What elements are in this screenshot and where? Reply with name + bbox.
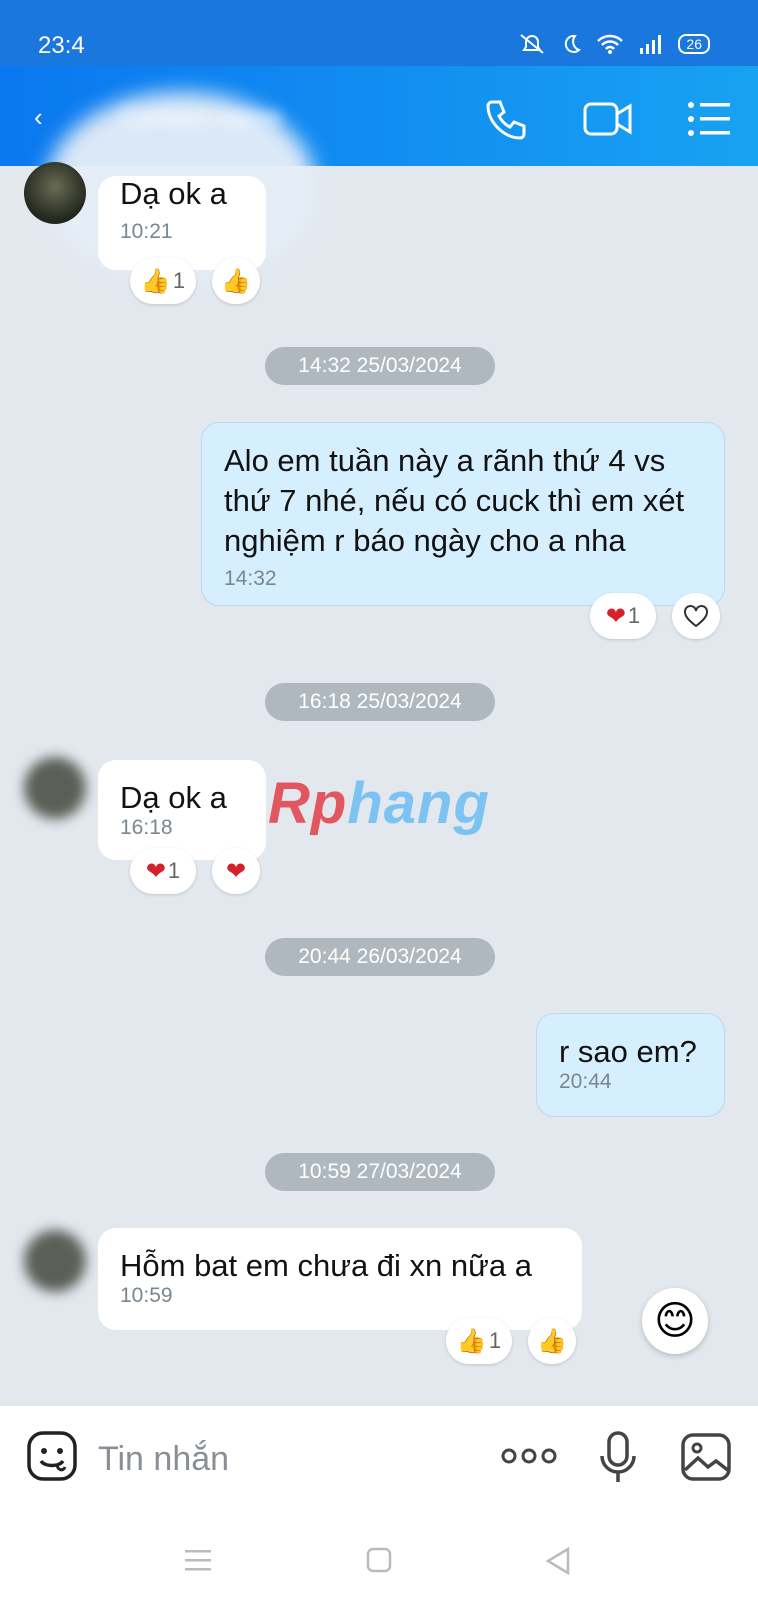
reaction-summary[interactable]: ❤ 1 <box>130 848 196 894</box>
message-text: Hỗm bat em chưa đi xn nữa a <box>120 1248 532 1283</box>
quick-sticker-button[interactable]: 😊 <box>642 1288 708 1354</box>
message-time: 16:18 <box>120 816 173 839</box>
message-time: 10:21 <box>120 220 173 243</box>
heart-icon: ❤ <box>605 602 626 630</box>
watermark-logo: Rphang <box>268 771 490 836</box>
message-bubble-sent[interactable]: r sao em? 20:44 <box>536 1013 725 1117</box>
thumbs-up-icon: 👍 <box>537 1327 567 1355</box>
video-call-icon[interactable] <box>582 96 634 142</box>
phone-call-icon[interactable] <box>484 96 530 142</box>
heart-icon: ❤ <box>225 857 247 885</box>
reaction-summary[interactable]: 👍 1 <box>130 258 196 304</box>
message-bubble-received[interactable]: Dạ ok a 10:21 <box>98 176 266 270</box>
react-button[interactable]: ❤ <box>212 848 260 894</box>
smiling-face-icon: 😊 <box>654 1299 696 1343</box>
reaction-count: 1 <box>167 858 181 883</box>
reaction-count: 1 <box>627 603 641 628</box>
heart-outline-icon <box>684 605 708 628</box>
heart-icon: ❤ <box>145 857 166 885</box>
message-time: 10:59 <box>120 1284 173 1307</box>
system-nav-bar <box>0 1510 758 1600</box>
chat-header: ‹ Contact name <box>0 66 758 282</box>
recent-apps-icon[interactable] <box>183 1547 213 1573</box>
status-bar: 23:4 26 <box>0 0 758 66</box>
date-separator: 16:18 25/03/2024 <box>265 683 495 721</box>
more-options-icon[interactable] <box>500 1446 558 1466</box>
react-button[interactable]: 👍 <box>528 1318 576 1364</box>
message-text: Dạ ok a <box>120 780 227 815</box>
status-icons: 26 <box>518 32 710 56</box>
message-input[interactable]: Tin nhắn <box>98 1440 229 1479</box>
date-separator: 10:59 27/03/2024 <box>265 1153 495 1191</box>
contact-avatar[interactable] <box>24 1230 86 1292</box>
message-text: Dạ ok a <box>120 176 227 211</box>
message-bubble-received[interactable]: Hỗm bat em chưa đi xn nữa a 10:59 <box>98 1228 582 1330</box>
signal-icon <box>640 35 662 54</box>
reaction-summary[interactable]: 👍 1 <box>446 1318 512 1364</box>
message-input-bar: Tin nhắn <box>0 1405 758 1510</box>
message-time: 14:32 <box>224 567 277 590</box>
contact-avatar[interactable] <box>24 162 86 224</box>
wifi-icon <box>597 34 624 54</box>
home-icon[interactable] <box>365 1546 393 1574</box>
status-time: 23:4 <box>38 32 85 59</box>
mute-icon <box>520 34 545 54</box>
date-separator: 14:32 25/03/2024 <box>265 347 495 385</box>
battery-indicator: 26 <box>678 34 710 54</box>
contact-name[interactable]: Contact name <box>120 102 282 133</box>
sticker-icon[interactable] <box>26 1430 78 1482</box>
message-text: r sao em? <box>559 1034 697 1069</box>
message-text: Alo em tuần này a rãnh thứ 4 vs thứ 7 nh… <box>224 443 685 558</box>
date-separator: 20:44 26/03/2024 <box>265 938 495 976</box>
message-time: 20:44 <box>559 1070 612 1093</box>
microphone-icon[interactable] <box>598 1430 638 1486</box>
message-bubble-received[interactable]: Dạ ok a 16:18 <box>98 760 266 860</box>
reaction-summary[interactable]: ❤ 1 <box>590 593 656 639</box>
react-button[interactable]: 👍 <box>212 258 260 304</box>
back-arrow-icon[interactable]: ‹ <box>34 102 54 132</box>
contact-avatar[interactable] <box>24 757 86 819</box>
message-bubble-sent[interactable]: Alo em tuần này a rãnh thứ 4 vs thứ 7 nh… <box>201 422 725 606</box>
moon-icon <box>565 34 582 53</box>
reaction-count: 1 <box>172 268 186 293</box>
thumbs-up-icon: 👍 <box>140 267 171 295</box>
menu-list-icon[interactable] <box>686 96 732 142</box>
back-icon[interactable] <box>544 1546 572 1576</box>
image-gallery-icon[interactable] <box>680 1432 732 1482</box>
thumbs-up-icon: 👍 <box>221 267 251 295</box>
thumbs-up-icon: 👍 <box>456 1327 487 1355</box>
reaction-count: 1 <box>488 1328 502 1353</box>
react-button[interactable] <box>672 593 720 639</box>
